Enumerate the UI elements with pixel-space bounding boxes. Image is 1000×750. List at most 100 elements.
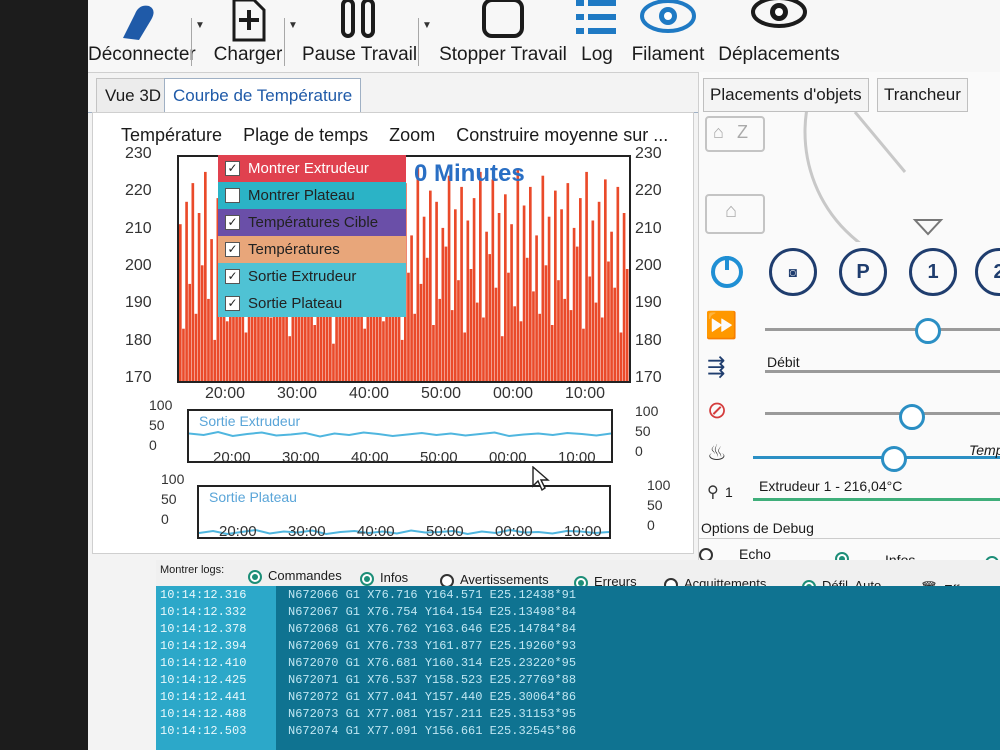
dropdown-item[interactable]: ✓ Températures Cible (218, 209, 406, 236)
x-tick-label: 10:00 (558, 449, 596, 466)
checkbox-checked-icon[interactable]: ✓ (225, 269, 240, 284)
movements-button[interactable]: Déplacements (716, 0, 842, 72)
preset-1-button[interactable]: 1 (909, 248, 957, 296)
x-tick-label: 20:00 (219, 523, 257, 540)
bed-output-label: Sortie Plateau (209, 489, 297, 505)
speed-slider[interactable] (765, 328, 1000, 331)
dropdown-item[interactable]: ✓ Sortie Extrudeur (218, 263, 406, 290)
tab-object-placement[interactable]: Placements d'objets (703, 78, 869, 112)
temperature-bar (522, 205, 526, 381)
disconnect-button[interactable]: Déconnecter (88, 0, 196, 72)
temperature-bar (547, 216, 551, 381)
temperature-slider[interactable] (753, 456, 1000, 459)
extruder-icon: ⚲ (707, 484, 719, 501)
y-tick-label: 100 (149, 397, 173, 413)
dropdown-item-label: Températures (248, 241, 340, 258)
dropdown-item[interactable]: ✓ Températures (218, 236, 406, 263)
tab-3d-view[interactable]: Vue 3D (96, 78, 171, 113)
divider (699, 538, 1000, 539)
fan-slider-handle[interactable] (899, 404, 925, 430)
tab-slicer[interactable]: Trancheur (877, 78, 968, 112)
y-tick-label-right: 170 (635, 369, 662, 386)
log-line: N672071 G1 X76.537 Y158.523 E25.27769*88 (288, 673, 577, 687)
filament-button[interactable]: Filament (628, 0, 708, 72)
chevron-down-icon[interactable]: ▼ (288, 20, 298, 31)
menu-build-average[interactable]: Construire moyenne sur ... (456, 125, 668, 145)
temperature-bar (572, 227, 576, 381)
checkbox-checked-icon[interactable]: ✓ (225, 242, 240, 257)
power-icon[interactable] (709, 254, 745, 290)
y-tick-label: 210 (125, 219, 152, 237)
temperature-bar (579, 198, 582, 381)
log-options-title: Montrer logs: (160, 564, 225, 576)
temperature-bar (463, 332, 467, 381)
menu-zoom[interactable]: Zoom (389, 125, 435, 145)
dropdown-item-label: Montrer Plateau (248, 187, 355, 204)
temperature-bar (504, 194, 507, 381)
checkbox-checked-icon[interactable]: ✓ (225, 296, 240, 311)
log-option-radio[interactable] (360, 572, 374, 586)
jog-wheel[interactable] (795, 112, 1000, 242)
temperature-bar (466, 220, 470, 381)
temperature-bar (425, 257, 429, 381)
log-line: N672067 G1 X76.754 Y164.154 E25.13498*84 (288, 605, 577, 619)
y-tick-label-right: 0 (635, 443, 643, 459)
speed-slider-handle[interactable] (915, 318, 941, 344)
temperature-bar (200, 265, 204, 381)
log-line: N672072 G1 X77.041 Y157.440 E25.30064*86 (288, 690, 577, 704)
temperature-bar (363, 328, 367, 381)
menu-time-range[interactable]: Plage de temps (243, 125, 368, 145)
log-output[interactable]: 10:14:12.316 N672066 G1 X76.716 Y164.571 … (156, 586, 1000, 750)
home-z-button[interactable]: ⌂ Z (705, 116, 765, 152)
filament-label: Filament (631, 44, 705, 65)
fan-button[interactable]: ◙ (769, 248, 817, 296)
log-timestamp: 10:14:12.488 (160, 707, 247, 721)
temperature-bar (560, 209, 563, 381)
menu-temperature[interactable]: Température (121, 125, 222, 145)
temperature-bar (541, 175, 545, 381)
dropdown-item[interactable]: ✓ Sortie Plateau (218, 290, 406, 317)
home-z-label: Z (737, 122, 748, 142)
log-button[interactable]: Log (572, 0, 622, 72)
fan-slider[interactable] (765, 412, 1000, 415)
chart-title: 0 Minutes (414, 160, 525, 187)
temperature-slider-handle[interactable] (881, 446, 907, 472)
temperature-bar (188, 283, 192, 381)
dropdown-item[interactable]: ✓ Montrer Extrudeur (218, 155, 406, 182)
output-line (199, 528, 609, 536)
home-all-button[interactable]: ⌂ (705, 194, 765, 234)
temperature-bar (494, 287, 498, 381)
x-tick-label: 20:00 (205, 385, 246, 402)
mouse-cursor-icon (532, 466, 550, 492)
chevron-down-icon[interactable]: ▼ (422, 20, 432, 31)
toolbar-separator (284, 18, 285, 66)
temperature-bar (519, 321, 523, 381)
dropdown-item[interactable]: Montrer Plateau (218, 182, 406, 209)
log-option-radio[interactable] (248, 570, 262, 584)
temperature-bar (525, 257, 529, 381)
flow-slider[interactable] (765, 370, 1000, 373)
extruder-output-label: Sortie Extrudeur (199, 413, 301, 429)
y-tick-label: 100 (161, 471, 185, 487)
list-icon (576, 0, 616, 34)
temperature-bar (569, 310, 573, 381)
application-window: Déconnecter ▼ Charger ▼ Pause Travail ▼ … (88, 0, 1000, 750)
checkbox-icon[interactable] (225, 188, 240, 203)
dropdown-item-label: Sortie Plateau (248, 295, 343, 312)
checkbox-checked-icon[interactable]: ✓ (225, 215, 240, 230)
tab-temperature-curve[interactable]: Courbe de Température (164, 78, 362, 114)
x-tick-label: 50:00 (420, 449, 458, 466)
preset-2-button[interactable]: 2 (975, 248, 1000, 296)
temperature-bar (210, 239, 213, 381)
pause-job-button[interactable]: Pause Travail (302, 0, 417, 72)
park-button[interactable]: P (839, 248, 887, 296)
dropdown-item-label: Températures Cible (248, 214, 379, 231)
temperature-bar (313, 325, 317, 381)
checkbox-checked-icon[interactable]: ✓ (225, 161, 240, 176)
load-button[interactable]: Charger (208, 0, 288, 72)
chevron-down-icon[interactable]: ▼ (195, 20, 205, 31)
temperature-bar (460, 186, 463, 381)
temperature-bar (597, 201, 601, 381)
x-tick-label: 10:00 (564, 523, 602, 540)
stop-job-button[interactable]: Stopper Travail (438, 0, 568, 72)
